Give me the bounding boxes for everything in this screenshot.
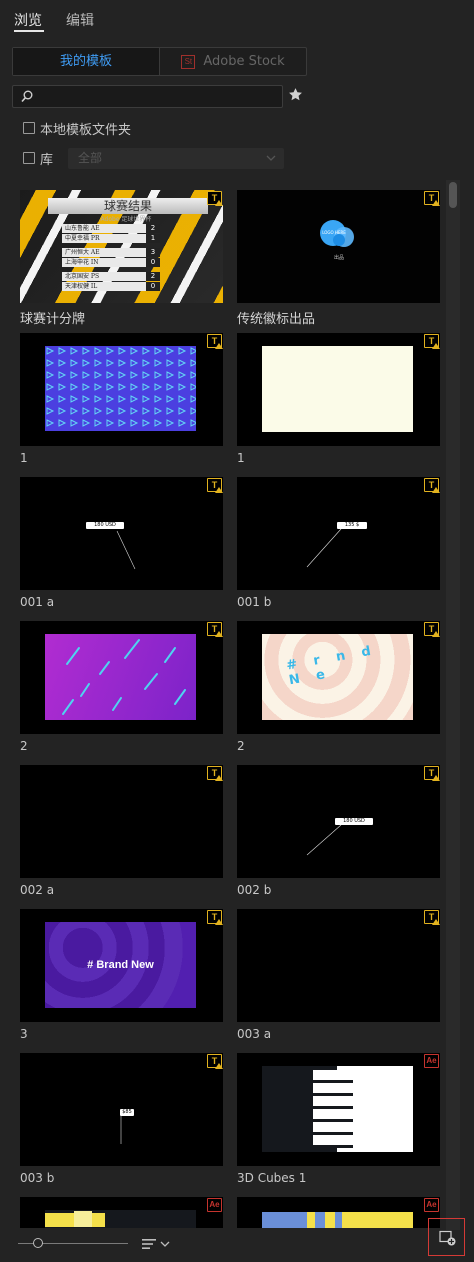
text-template-badge-icon: T [424, 334, 440, 349]
tab-edit[interactable]: 编辑 [66, 10, 94, 30]
sort-list-icon [142, 1239, 170, 1249]
local-folder-checkbox[interactable] [23, 122, 35, 134]
tab-underline [14, 30, 44, 32]
template-label: 球赛计分牌 [20, 312, 86, 327]
template-thumbnail: T [20, 621, 223, 734]
after-effects-badge-icon: Ae [207, 1198, 222, 1212]
logo-placeholder-text: LOGO HERE [322, 230, 346, 235]
template-label: 001 a [20, 595, 55, 609]
triangle-pattern [45, 346, 196, 431]
template-label: 002 a [20, 883, 55, 897]
my-templates-button[interactable]: 我的模板 [13, 48, 160, 75]
price-tag: $85 [120, 1109, 134, 1116]
template-thumbnail: 180 USD T [237, 765, 440, 878]
template-thumbnail: LOGO HERE 出品 T [237, 190, 440, 303]
callout-line [306, 824, 342, 856]
callout-line [120, 1116, 122, 1144]
text-template-badge-icon: T [207, 191, 223, 206]
text-template-badge-icon: T [207, 478, 223, 493]
score-value: 0 [146, 282, 160, 291]
template-thumbnail: T [20, 333, 223, 446]
library-checkbox[interactable] [23, 152, 35, 164]
new-item-icon [439, 1230, 456, 1246]
star-icon[interactable] [288, 87, 303, 102]
template-thumbnail: T [237, 333, 440, 446]
text-template-badge-icon: T [207, 910, 223, 925]
text-template-badge-icon: T [424, 191, 440, 206]
template-label: 3D Cubes 1 [237, 1171, 307, 1185]
scoreboard-title: 球赛结果 [48, 198, 208, 214]
panel-tabs: 浏览 编辑 [0, 0, 474, 36]
template-label: 1 [20, 451, 28, 465]
adobe-stock-label: Adobe Stock [203, 54, 285, 69]
stock-icon: St [181, 54, 196, 69]
score-value: 2 [146, 272, 160, 281]
local-folder-label: 本地模板文件夹 [40, 123, 132, 138]
chevron-down-icon [266, 155, 276, 161]
callout-line [116, 530, 136, 570]
text-template-badge-icon: T [424, 766, 440, 781]
slider-handle[interactable] [33, 1238, 43, 1248]
template-label: 001 b [237, 595, 272, 609]
template-label: 传统徽标出品 [237, 312, 316, 327]
text-template-badge-icon: T [424, 478, 440, 493]
search-input[interactable] [39, 88, 279, 106]
text-template-badge-icon: T [424, 910, 440, 925]
tab-browse[interactable]: 浏览 [14, 10, 42, 30]
template-label: 003 b [20, 1171, 55, 1185]
after-effects-badge-icon: Ae [424, 1198, 439, 1212]
text-template-badge-icon: T [207, 766, 223, 781]
library-label: 库 [40, 153, 54, 168]
callout-line [306, 528, 342, 568]
vertical-scrollbar[interactable] [446, 180, 460, 1230]
dash-pattern [62, 639, 186, 715]
text-template-badge-icon: T [207, 1054, 223, 1069]
template-thumbnail: T [20, 765, 223, 878]
adobe-stock-button[interactable]: St Adobe Stock [160, 48, 306, 75]
library-select[interactable]: 全部 [68, 148, 284, 169]
new-item-button[interactable] [428, 1218, 465, 1256]
score-value: 1 [146, 234, 160, 243]
template-label: 1 [237, 451, 245, 465]
template-label: 2 [20, 739, 28, 753]
logo-caption: 出品 [333, 255, 344, 261]
score-value: 2 [146, 224, 160, 233]
template-label: 002 b [237, 883, 272, 897]
template-thumbnail: Ae [237, 1197, 440, 1228]
template-thumbnail: # Brand New T [20, 909, 223, 1022]
template-label: 2 [237, 739, 245, 753]
template-thumbnail: 球赛结果 Adobe 足球世界杯 山东鲁能 AE 中夏幸福 PR 广州恒大 AE… [20, 190, 223, 303]
template-grid: 球赛结果 Adobe 足球世界杯 山东鲁能 AE 中夏幸福 PR 广州恒大 AE… [0, 180, 446, 1228]
score-value: 3 [146, 248, 160, 257]
template-thumbnail: 180 USD T [20, 477, 223, 590]
scoreboard-subtitle: Adobe 足球世界杯 [100, 216, 152, 223]
price-tag: 180 USD [86, 522, 124, 529]
template-label: 3 [20, 1027, 28, 1041]
sort-button[interactable] [140, 1237, 172, 1255]
template-thumbnail: Ae [237, 1053, 440, 1166]
after-effects-badge-icon: Ae [424, 1054, 439, 1068]
search-box [12, 85, 283, 108]
template-thumbnail: 135 $ T [237, 477, 440, 590]
score-value: 0 [146, 258, 160, 267]
template-thumbnail: # r n d N e T [237, 621, 440, 734]
search-icon [21, 90, 33, 103]
scoreboard-scores: 2 1 3 0 2 0 [146, 224, 160, 303]
library-select-value: 全部 [78, 151, 103, 165]
text-template-badge-icon: T [207, 622, 223, 637]
text-template-badge-icon: T [207, 334, 223, 349]
brand-headline: # Brand New [87, 959, 154, 971]
panel-footer [0, 1228, 474, 1262]
source-switcher: 我的模板 St Adobe Stock [12, 47, 307, 76]
text-template-badge-icon: T [424, 622, 440, 637]
template-thumbnail: T [237, 909, 440, 1022]
template-thumbnail: Ae [20, 1197, 223, 1228]
scrollbar-thumb[interactable] [449, 182, 457, 208]
template-thumbnail: $85 T [20, 1053, 223, 1166]
template-label: 003 a [237, 1027, 272, 1041]
